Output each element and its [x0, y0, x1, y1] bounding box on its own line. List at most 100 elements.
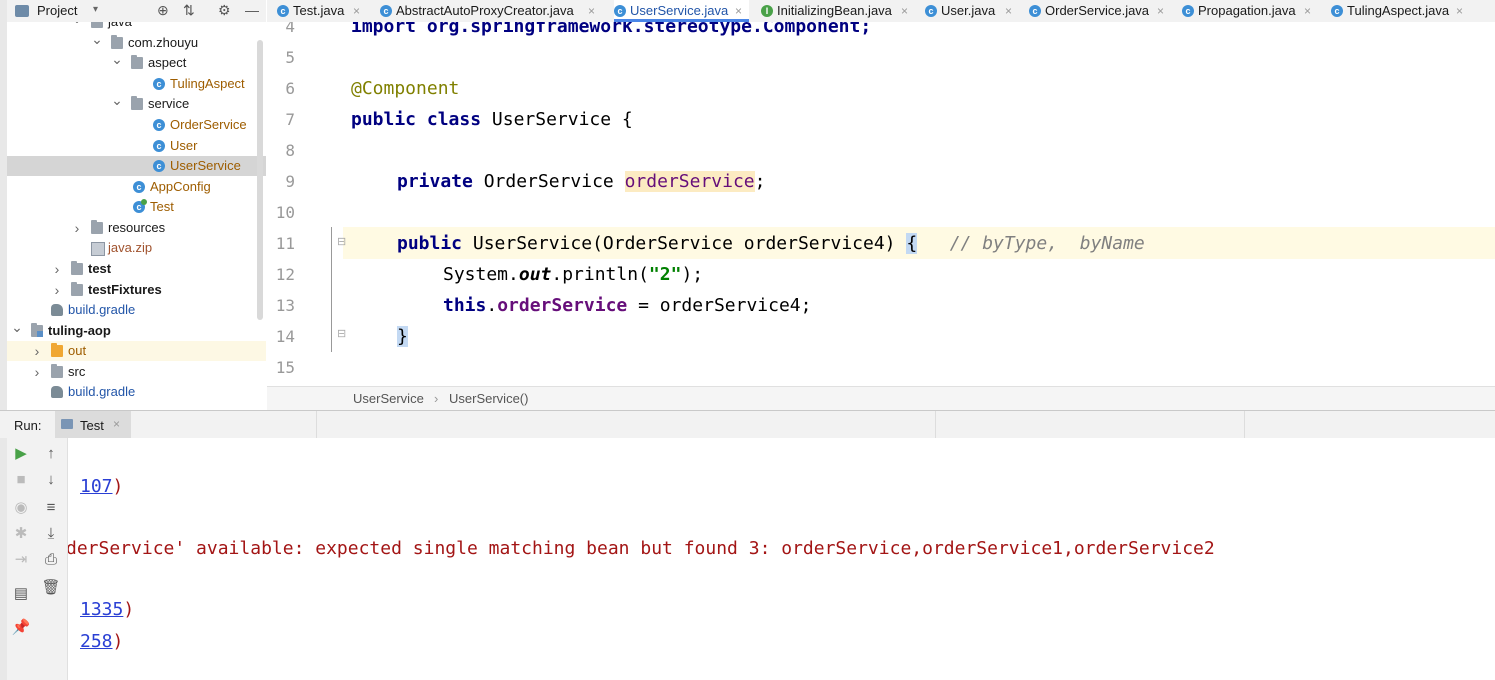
- tree-item[interactable]: ⌄ aspect: [7, 51, 266, 73]
- tree-item-label: resources: [108, 220, 166, 235]
- class-icon: c: [153, 119, 165, 131]
- run-tab-label: Test: [80, 418, 104, 433]
- tree-item[interactable]: › testFixtures: [7, 280, 266, 300]
- close-icon[interactable]: ×: [1157, 0, 1164, 22]
- chevron-right-icon[interactable]: ›: [71, 218, 83, 238]
- tree-item[interactable]: c User: [7, 136, 266, 156]
- line-number: 8: [285, 141, 295, 160]
- arrow-down-icon[interactable]: ↓: [41, 470, 61, 490]
- project-tree: ⌄ java ⌄ com.zhouyu ⌄ aspect c TulingAspect ⌄ ser…: [7, 22, 266, 410]
- fold-icon[interactable]: ⊟: [337, 235, 346, 248]
- tree-item[interactable]: build.gradle: [7, 382, 266, 402]
- tree-item[interactable]: › test: [7, 259, 266, 279]
- close-icon[interactable]: ×: [901, 0, 908, 22]
- chevron-right-icon[interactable]: ›: [31, 362, 43, 382]
- chevron-right-icon[interactable]: ›: [51, 280, 63, 300]
- tree-item[interactable]: c UserService: [7, 156, 266, 176]
- exit-icon[interactable]: ⇥: [11, 550, 31, 570]
- trash-icon[interactable]: 🗑: [41, 578, 61, 598]
- close-icon[interactable]: ×: [588, 0, 595, 22]
- collapse-all-icon[interactable]: ⇅: [183, 2, 195, 19]
- fold-end-icon[interactable]: ⊟: [337, 327, 346, 340]
- stacktrace-link[interactable]: 1335: [80, 599, 123, 620]
- close-icon[interactable]: ×: [1456, 0, 1463, 22]
- tree-scrollbar[interactable]: [257, 40, 263, 320]
- tree-item[interactable]: c OrderService: [7, 115, 266, 135]
- line-number: 14: [275, 327, 295, 346]
- editor-tab[interactable]: c User.java ×: [925, 0, 1019, 22]
- print-icon[interactable]: ⎙: [41, 550, 61, 570]
- code-editor[interactable]: ⊟ ⊟ 4 5 6 7 8 9 10 11 12 13 14 15 import org.spring…: [267, 22, 1495, 386]
- close-icon[interactable]: ×: [735, 0, 742, 22]
- breadcrumb-class[interactable]: UserService: [353, 391, 424, 406]
- close-icon[interactable]: ×: [353, 0, 360, 22]
- editor-tab[interactable]: I InitializingBean.java ×: [761, 0, 915, 22]
- line-number: 4: [285, 22, 295, 36]
- chevron-down-icon[interactable]: ⌄: [11, 317, 23, 337]
- stop-icon[interactable]: ■: [11, 470, 31, 490]
- editor-tab-label: Test.java: [293, 3, 345, 18]
- line-number: 6: [285, 79, 295, 98]
- stacktrace-link[interactable]: 258: [80, 631, 113, 652]
- editor-tab-label: User.java: [941, 3, 996, 18]
- tree-item-label: build.gradle: [68, 302, 136, 317]
- camera-icon[interactable]: ◉: [11, 498, 31, 518]
- pin-icon[interactable]: 📌: [11, 618, 31, 638]
- chevron-right-icon[interactable]: ›: [31, 341, 43, 361]
- tree-item[interactable]: c Test: [7, 197, 266, 217]
- editor-tab[interactable]: c Test.java ×: [277, 0, 367, 22]
- scroll-to-end-icon[interactable]: ⤓: [41, 524, 61, 544]
- editor-tab[interactable]: c Propagation.java ×: [1182, 0, 1318, 22]
- console-output[interactable]: 107) derService' available: expected sin…: [68, 438, 1495, 680]
- tree-item[interactable]: java.zip: [7, 238, 266, 258]
- chevron-down-icon[interactable]: ⌄: [71, 22, 83, 28]
- tree-item-label: build.gradle: [68, 384, 136, 399]
- folder-orange-icon: [51, 343, 63, 357]
- minimize-icon[interactable]: —: [245, 2, 259, 18]
- editor-tab[interactable]: c AbstractAutoProxyCreator.java ×: [380, 0, 602, 22]
- tree-item[interactable]: › resources: [7, 218, 266, 238]
- gear-icon[interactable]: ⚙: [218, 2, 231, 19]
- tree-item[interactable]: ⌄ service: [7, 92, 266, 114]
- line-number: 13: [275, 296, 295, 315]
- editor-tab[interactable]: c OrderService.java ×: [1029, 0, 1171, 22]
- project-view-selector[interactable]: Project: [37, 3, 77, 18]
- editor-tab[interactable]: c UserService.java ×: [614, 0, 749, 22]
- run-tab-test[interactable]: Test ×: [55, 411, 131, 438]
- debug-icon[interactable]: ✱: [11, 524, 31, 544]
- layout-icon[interactable]: ▤: [11, 584, 31, 604]
- class-icon: c: [153, 160, 165, 172]
- stacktrace-link[interactable]: 107: [80, 476, 113, 497]
- tree-item[interactable]: ⌄ tuling-aop: [7, 319, 266, 341]
- tree-item[interactable]: c TulingAspect: [7, 74, 266, 94]
- chevron-down-icon[interactable]: ▾: [93, 4, 98, 15]
- tree-item[interactable]: ⌄ com.zhouyu: [7, 31, 266, 53]
- tree-item[interactable]: build.gradle: [7, 300, 266, 320]
- tree-item-label: java: [108, 22, 132, 32]
- chevron-right-icon[interactable]: ›: [51, 259, 63, 279]
- locate-icon[interactable]: ⊕: [157, 2, 169, 19]
- chevron-down-icon[interactable]: ⌄: [111, 90, 123, 110]
- tree-item-label: com.zhouyu: [128, 35, 199, 50]
- soft-wrap-icon[interactable]: ≡: [41, 498, 61, 518]
- tree-item[interactable]: › out: [7, 341, 266, 361]
- rerun-icon[interactable]: ▶: [11, 444, 31, 464]
- line-number: 10: [275, 203, 295, 222]
- arrow-up-icon[interactable]: ↑: [41, 444, 61, 464]
- run-icon: c: [133, 199, 147, 213]
- console-icon: [61, 419, 73, 429]
- editor-tab[interactable]: c TulingAspect.java ×: [1331, 0, 1470, 22]
- chevron-down-icon[interactable]: ⌄: [111, 49, 123, 69]
- close-icon[interactable]: ×: [1005, 0, 1012, 22]
- tree-item[interactable]: › src: [7, 362, 266, 382]
- line-number: 11: [275, 234, 295, 253]
- close-icon[interactable]: ×: [113, 417, 120, 431]
- tree-item[interactable]: c AppConfig: [7, 177, 266, 197]
- close-icon[interactable]: ×: [1304, 0, 1311, 22]
- code-line-4: import org.springframework.stereotype.Co…: [351, 22, 872, 37]
- class-icon: c: [380, 5, 392, 17]
- breadcrumb-method[interactable]: UserService(): [449, 391, 528, 406]
- chevron-down-icon[interactable]: ⌄: [91, 29, 103, 49]
- tree-item[interactable]: ⌄ java: [7, 22, 266, 32]
- code-line-13: this.orderService = orderService4;: [443, 295, 812, 316]
